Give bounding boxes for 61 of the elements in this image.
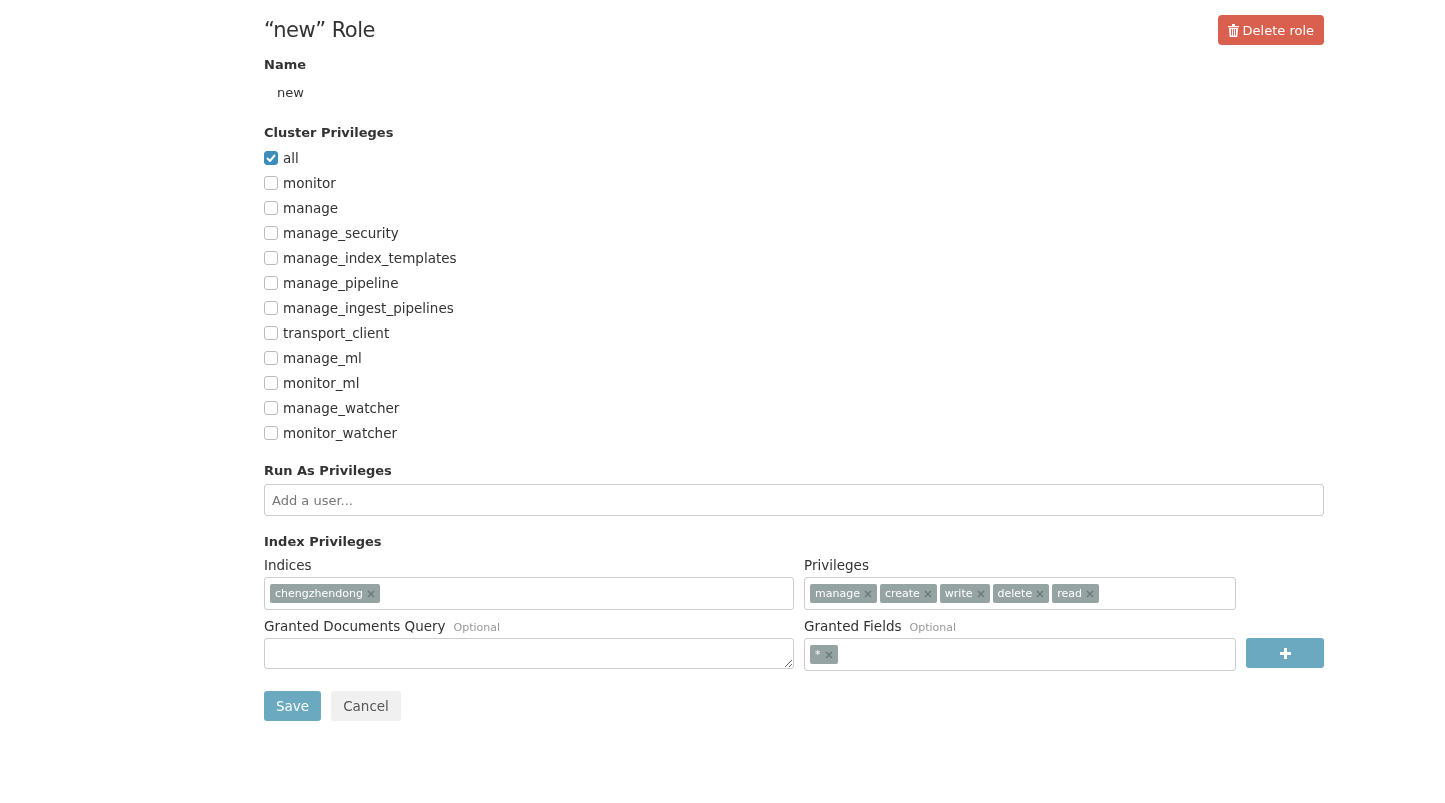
optional-hint: Optional [909,621,956,634]
checkbox[interactable] [264,300,278,315]
section-label: Index Privileges [264,534,383,549]
delete-role-button[interactable]: Delete role [1217,15,1324,45]
save-button[interactable]: Save [264,691,322,721]
checkbox-label: transport_client [283,324,390,341]
user-input-field[interactable]: Add a user... [264,484,1324,516]
checkbox-label: manage [283,199,339,216]
field-label: Indices [264,557,313,575]
add-button[interactable] [1246,638,1324,668]
checkbox[interactable] [264,400,278,415]
checkbox[interactable] [264,150,278,165]
remove-icon[interactable] [976,589,985,598]
checkbox-label: manage_pipeline [283,274,399,291]
section-label: Cluster Privileges [264,125,395,140]
checkbox[interactable] [264,200,278,215]
checkbox[interactable] [264,275,278,290]
checkbox-label: manage_watcher [283,399,400,416]
tag: delete [992,584,1050,603]
tag: write [939,584,990,603]
remove-icon[interactable] [824,650,833,659]
name-value: new [276,84,305,102]
checkbox-label: manage_ml [283,349,362,366]
privileges-tag-field[interactable]: manage create write delete read [804,577,1236,610]
checkbox-label: manage_ingest_pipelines [283,299,454,316]
field-label: Granted Fields [804,618,902,634]
optional-hint: Optional [453,621,501,634]
remove-icon[interactable] [1085,589,1094,598]
checkbox[interactable] [264,175,278,190]
tag: chengzhendong [270,584,380,603]
checkbox-label: manage_index_templates [283,249,457,266]
checkbox-label: monitor [283,174,336,191]
remove-icon[interactable] [366,589,375,598]
checkbox[interactable] [264,375,278,390]
tag: * [810,645,838,664]
indices-tag-field[interactable]: chengzhendong [264,577,794,610]
name-label: Name [264,57,307,72]
plus-icon [1279,647,1291,659]
checkbox[interactable] [264,325,278,340]
field-label: Privileges [804,557,870,575]
page-title: “new” Role [264,18,375,42]
checkbox[interactable] [264,225,278,240]
field-label: Granted Documents Query [264,618,446,634]
tag: read [1052,584,1099,603]
checkbox[interactable] [264,425,278,440]
trash-icon [1227,23,1239,37]
query-text-area[interactable] [264,638,794,669]
tag: create [879,584,937,603]
checkbox[interactable] [264,350,278,365]
tag: manage [810,584,877,603]
checkbox[interactable] [264,250,278,265]
checkbox-label: monitor_ml [283,374,360,391]
remove-icon[interactable] [1036,589,1045,598]
remove-icon[interactable] [923,589,932,598]
remove-icon[interactable] [863,589,872,598]
checkbox-label: monitor_watcher [283,424,397,441]
checkbox-label: all [283,149,299,166]
cancel-button[interactable]: Cancel [331,691,401,721]
checkbox-label: manage_security [283,224,399,241]
section-label: Run As Privileges [264,463,393,478]
fields-tag-field[interactable]: * [804,638,1236,671]
